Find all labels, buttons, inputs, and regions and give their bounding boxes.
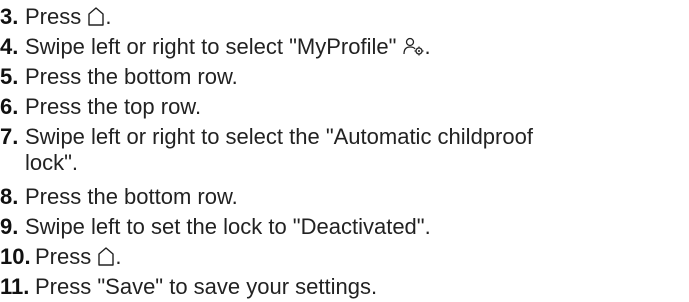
step-number: 9. [0,214,19,239]
step-text: Press . [25,4,112,29]
step-text: Press the top row. [25,94,202,119]
step-text: Press the bottom row. [25,64,238,89]
step-number: 7. [0,124,19,149]
step-number: 3. [0,4,19,29]
step-number: 8. [0,184,19,209]
step-text: Swipe left to set the lock to "Deactivat… [25,214,431,239]
step-text: Press . [35,244,122,269]
step-text: Press the bottom row. [25,184,238,209]
step-number: 11. [0,274,30,299]
step-text-continued: lock". [25,150,79,175]
step-text: Press "Save" to save your settings. [35,274,378,299]
step-number: 10. [0,244,31,269]
step-text: Swipe left or right to select "MyProfile… [25,34,431,59]
step-number: 5. [0,64,19,89]
home-icon [98,247,115,266]
step-text: Swipe left or right to select the "Autom… [25,124,533,149]
step-7: 7. Swipe left or right to select the "Au… [0,124,689,176]
profile-settings-icon [402,37,424,56]
step-number: 6. [0,94,19,119]
home-icon [88,7,105,26]
step-number: 4. [0,34,19,59]
